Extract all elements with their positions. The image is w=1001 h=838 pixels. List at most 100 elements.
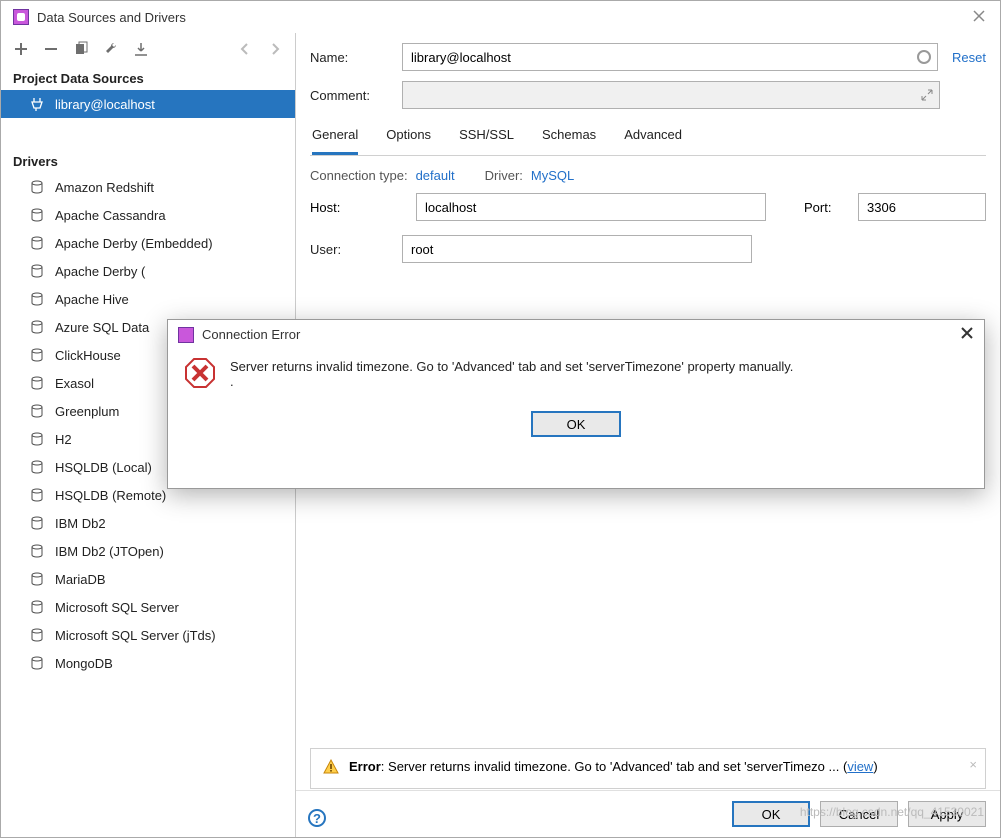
add-icon[interactable]: [13, 41, 29, 57]
driver-label: Apache Derby (: [55, 264, 145, 279]
driver-label: Amazon Redshift: [55, 180, 154, 195]
tab-advanced[interactable]: Advanced: [624, 119, 682, 155]
driver-item[interactable]: MongoDB: [1, 649, 295, 677]
host-label: Host:: [310, 200, 402, 215]
driver-icon: [29, 207, 45, 223]
driver-item[interactable]: Apache Derby (: [1, 257, 295, 285]
driver-item[interactable]: MariaDB: [1, 565, 295, 593]
driver-label: Apache Cassandra: [55, 208, 166, 223]
plug-icon: [29, 96, 45, 112]
modal-ok-button[interactable]: OK: [531, 411, 621, 437]
tab-general[interactable]: General: [312, 119, 358, 155]
warning-icon: [323, 759, 339, 778]
driver-item[interactable]: Apache Derby (Embedded): [1, 229, 295, 257]
port-input[interactable]: [858, 193, 986, 221]
tab-schemas[interactable]: Schemas: [542, 119, 596, 155]
error-icon: [184, 357, 216, 389]
expand-icon[interactable]: [921, 89, 933, 101]
window-close-icon[interactable]: [972, 9, 988, 25]
driver-value[interactable]: MySQL: [531, 168, 574, 183]
error-close-icon[interactable]: ×: [969, 757, 977, 772]
comment-label: Comment:: [310, 88, 402, 103]
copy-icon[interactable]: [73, 41, 89, 57]
driver-icon: [29, 431, 45, 447]
section-header-datasources: Project Data Sources: [1, 65, 295, 90]
driver-label: IBM Db2: [55, 516, 106, 531]
driver-icon: [29, 459, 45, 475]
driver-icon: [29, 515, 45, 531]
driver-icon: [29, 347, 45, 363]
driver-icon: [29, 655, 45, 671]
comment-input[interactable]: [402, 81, 940, 109]
wrench-icon[interactable]: [103, 41, 119, 57]
tab-bar: General Options SSH/SSL Schemas Advanced: [310, 119, 986, 156]
driver-label: Microsoft SQL Server: [55, 600, 179, 615]
driver-item[interactable]: Microsoft SQL Server: [1, 593, 295, 621]
datasource-label: library@localhost: [55, 97, 155, 112]
watermark: https://blog.csdn.net/qq_41530021: [800, 805, 984, 819]
user-input[interactable]: [402, 235, 752, 263]
driver-item[interactable]: Apache Cassandra: [1, 201, 295, 229]
port-label: Port:: [804, 200, 844, 215]
driver-label: MongoDB: [55, 656, 113, 671]
driver-icon: [29, 543, 45, 559]
driver-icon: [29, 487, 45, 503]
reset-link[interactable]: Reset: [952, 50, 986, 65]
datasource-item[interactable]: library@localhost: [1, 90, 295, 118]
sidebar-toolbar: [1, 33, 295, 65]
driver-label: IBM Db2 (JTOpen): [55, 544, 164, 559]
driver-label: MariaDB: [55, 572, 106, 587]
driver-icon: [29, 571, 45, 587]
modal-message: Server returns invalid timezone. Go to '…: [230, 357, 966, 389]
import-icon[interactable]: [133, 41, 149, 57]
driver-label: Apache Hive: [55, 292, 129, 307]
app-icon: [178, 327, 194, 343]
driver-icon: [29, 179, 45, 195]
driver-icon: [29, 263, 45, 279]
color-picker-icon[interactable]: [917, 50, 931, 64]
driver-icon: [29, 627, 45, 643]
driver-icon: [29, 235, 45, 251]
driver-icon: [29, 291, 45, 307]
error-panel: Error: Server returns invalid timezone. …: [310, 748, 986, 789]
driver-label: Microsoft SQL Server (jTds): [55, 628, 216, 643]
nav-forward-icon[interactable]: [267, 41, 283, 57]
tab-sshssl[interactable]: SSH/SSL: [459, 119, 514, 155]
window-title: Data Sources and Drivers: [37, 10, 972, 25]
driver-label: HSQLDB (Local): [55, 460, 152, 475]
name-input[interactable]: library@localhost: [402, 43, 938, 71]
app-icon: [13, 9, 29, 25]
tab-options[interactable]: Options: [386, 119, 431, 155]
error-text: Error: Server returns invalid timezone. …: [349, 759, 878, 778]
connection-error-modal: Connection Error Server returns invalid …: [167, 319, 985, 489]
driver-label: Driver:: [485, 168, 523, 183]
driver-label: Apache Derby (Embedded): [55, 236, 213, 251]
user-label: User:: [310, 242, 402, 257]
driver-item[interactable]: Apache Hive: [1, 285, 295, 313]
driver-icon: [29, 375, 45, 391]
host-input[interactable]: [416, 193, 766, 221]
driver-label: Greenplum: [55, 404, 119, 419]
modal-close-icon[interactable]: [960, 326, 974, 343]
driver-label: Exasol: [55, 376, 94, 391]
driver-item[interactable]: Amazon Redshift: [1, 173, 295, 201]
conn-type-value[interactable]: default: [416, 168, 455, 183]
drivers-tree: Amazon Redshift Apache Cassandra Apache De…: [1, 173, 295, 837]
remove-icon[interactable]: [43, 41, 59, 57]
driver-item[interactable]: Microsoft SQL Server (jTds): [1, 621, 295, 649]
driver-label: ClickHouse: [55, 348, 121, 363]
name-label: Name:: [310, 50, 402, 65]
conn-type-label: Connection type:: [310, 168, 408, 183]
ok-button[interactable]: OK: [732, 801, 810, 827]
driver-icon: [29, 599, 45, 615]
driver-item[interactable]: IBM Db2: [1, 509, 295, 537]
driver-icon: [29, 403, 45, 419]
driver-icon: [29, 319, 45, 335]
modal-title: Connection Error: [202, 327, 952, 342]
driver-item[interactable]: IBM Db2 (JTOpen): [1, 537, 295, 565]
driver-label: Azure SQL Data: [55, 320, 149, 335]
nav-back-icon[interactable]: [237, 41, 253, 57]
title-bar: Data Sources and Drivers: [1, 1, 1000, 33]
help-icon[interactable]: ?: [308, 809, 326, 827]
error-view-link[interactable]: view: [847, 759, 873, 774]
